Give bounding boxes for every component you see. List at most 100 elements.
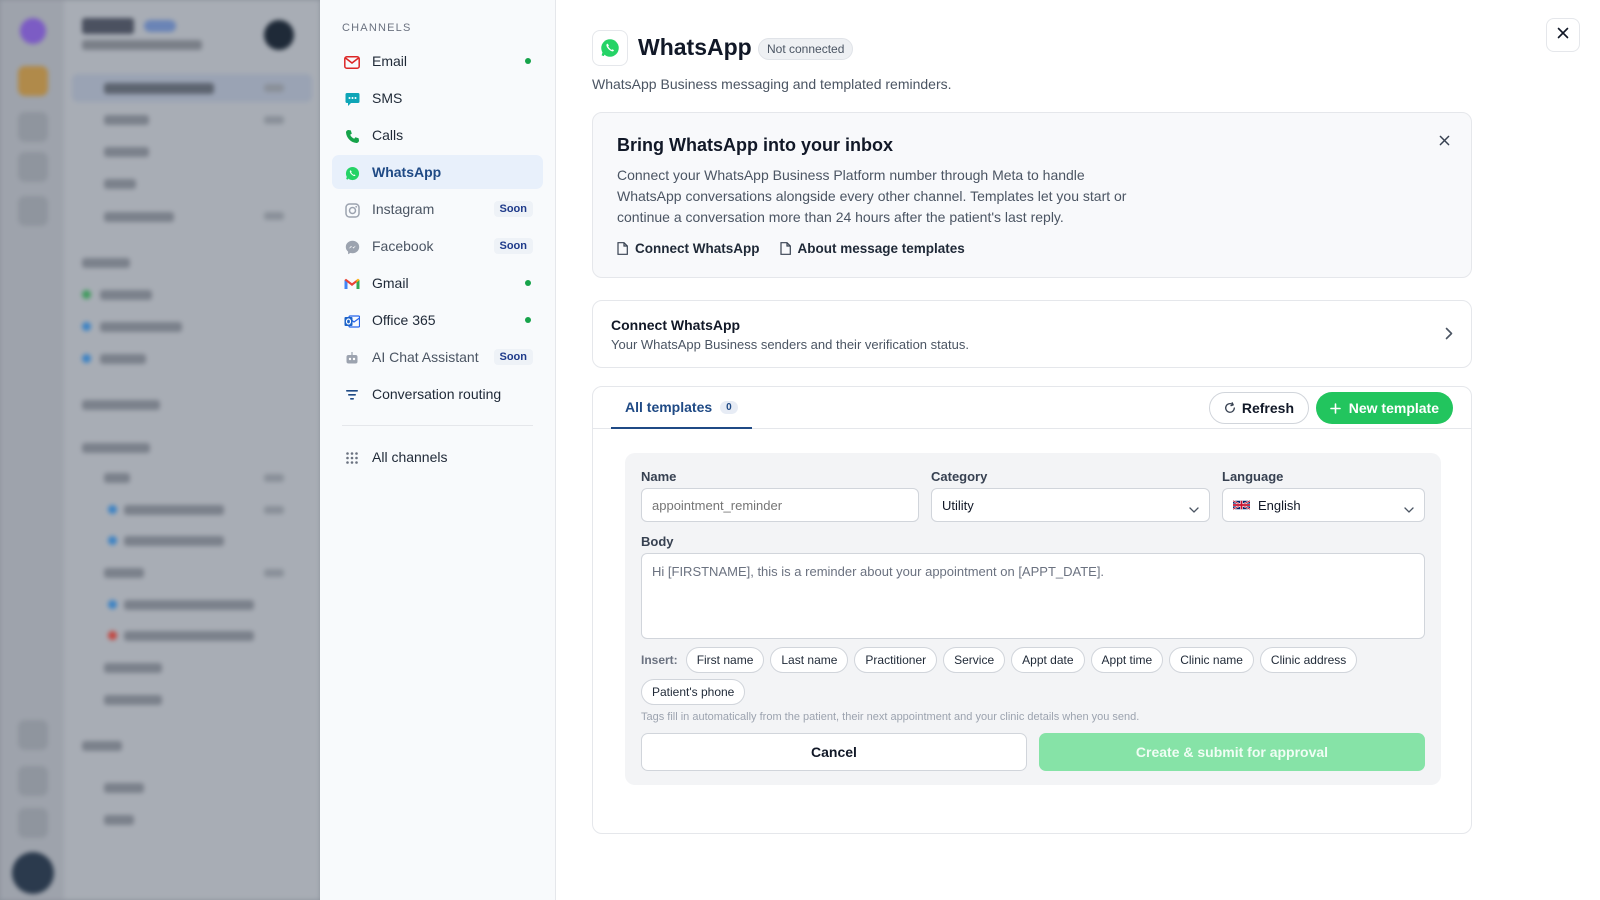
about-templates-link-label: About message templates	[797, 241, 965, 256]
templates-tab-bar: All templates 0 Refresh New template	[593, 387, 1471, 429]
body-placeholder: Hi [FIRSTNAME], this is a reminder about…	[652, 564, 1105, 579]
language-select[interactable]: English	[1222, 488, 1425, 522]
insert-tag-service[interactable]: Service	[943, 647, 1006, 673]
channel-item-facebook[interactable]: Facebook Soon	[332, 229, 543, 263]
document-icon	[779, 242, 791, 255]
bg-title	[82, 18, 134, 34]
refresh-label: Refresh	[1241, 400, 1294, 416]
insert-tag-clinic-address[interactable]: Clinic address	[1259, 647, 1358, 673]
template-body-textarea[interactable]: Hi [FIRSTNAME], this is a reminder about…	[641, 553, 1425, 639]
bg-count	[264, 569, 284, 577]
bg-dot	[82, 290, 91, 299]
chevron-down-icon	[1189, 501, 1199, 516]
channel-label: SMS	[372, 90, 403, 106]
connected-status-dot	[525, 280, 531, 286]
body-label: Body	[641, 534, 674, 549]
bg-line	[104, 695, 162, 705]
channel-item-calls[interactable]: Calls	[332, 118, 543, 152]
bg-count	[264, 116, 284, 124]
chevron-down-icon	[1404, 501, 1414, 516]
bg-count	[264, 506, 284, 514]
tab-all-templates[interactable]: All templates 0	[611, 387, 752, 429]
channel-item-sms[interactable]: SMS	[332, 81, 543, 115]
refresh-button[interactable]: Refresh	[1208, 392, 1309, 424]
messenger-icon	[344, 239, 360, 255]
grid-icon	[344, 450, 360, 466]
bg-subtitle	[82, 40, 202, 50]
robot-icon	[344, 350, 360, 366]
channel-label: Gmail	[372, 275, 409, 291]
bg-line	[82, 443, 150, 453]
insert-tag-practitioner[interactable]: Practitioner	[854, 647, 938, 673]
language-label: Language	[1222, 469, 1284, 484]
connection-status-badge: Not connected	[758, 38, 854, 60]
user-avatar	[12, 852, 54, 894]
bg-line	[104, 568, 144, 578]
bg-dot	[108, 536, 117, 545]
close-panel-button[interactable]	[1546, 18, 1580, 52]
insert-tag-clinic-name[interactable]: Clinic name	[1169, 647, 1254, 673]
insert-label: Insert:	[641, 653, 678, 667]
channels-panel: CHANNELS Email SMS Calls WhatsApp Instag…	[320, 0, 556, 900]
promo-body: Connect your WhatsApp Business Platform …	[617, 167, 1127, 225]
whatsapp-icon	[344, 165, 360, 181]
connected-status-dot	[525, 58, 531, 64]
close-icon	[1557, 26, 1569, 44]
bg-dot	[108, 505, 117, 514]
channel-item-instagram[interactable]: Instagram Soon	[332, 192, 543, 226]
promo-title: Bring WhatsApp into your inbox	[617, 135, 893, 155]
help-nav-icon	[18, 766, 48, 796]
insert-tag-appt-time[interactable]: Appt time	[1090, 647, 1164, 673]
close-icon	[1439, 135, 1449, 145]
bg-line	[100, 322, 182, 332]
insert-tag-last-name[interactable]: Last name	[770, 647, 849, 673]
connect-whatsapp-card[interactable]: Connect WhatsApp Your WhatsApp Business …	[592, 300, 1472, 368]
channel-item-office-365[interactable]: Office 365	[332, 303, 543, 337]
chevron-right-icon	[1445, 327, 1453, 345]
cancel-button[interactable]: Cancel	[641, 733, 1027, 771]
name-label: Name	[641, 469, 677, 484]
channel-item-all-channels[interactable]: All channels	[332, 440, 543, 474]
background-nav-rail	[0, 0, 64, 900]
insert-tag-first-name[interactable]: First name	[685, 647, 765, 673]
phone-icon	[344, 128, 360, 144]
channel-item-conversation-routing[interactable]: Conversation routing	[332, 377, 543, 411]
bg-line	[124, 505, 224, 515]
sms-icon	[344, 91, 360, 107]
tab-label: All templates	[625, 399, 713, 415]
document-icon	[617, 242, 628, 255]
page-subtitle: WhatsApp Business messaging and template…	[592, 76, 952, 92]
channel-label: Instagram	[372, 201, 435, 217]
insert-tag-patient-phone[interactable]: Patient's phone	[641, 679, 746, 705]
connect-whatsapp-link[interactable]: Connect WhatsApp	[617, 241, 760, 256]
template-name-input[interactable]	[641, 488, 919, 522]
about-templates-link[interactable]: About message templates	[779, 241, 965, 256]
bg-line	[104, 473, 130, 483]
bg-line	[104, 212, 174, 222]
soon-badge: Soon	[493, 349, 533, 365]
bg-count	[264, 212, 284, 220]
channels-divider	[342, 425, 533, 426]
channels-heading: CHANNELS	[342, 22, 412, 34]
launch-nav-icon	[18, 720, 48, 750]
channel-item-gmail[interactable]: Gmail	[332, 266, 543, 300]
dismiss-banner-button[interactable]	[1435, 131, 1453, 149]
bg-dot	[82, 354, 91, 363]
channel-label: AI Chat Assistant	[372, 349, 479, 365]
channel-item-whatsapp[interactable]: WhatsApp	[332, 155, 543, 189]
category-select[interactable]: Utility	[931, 488, 1210, 522]
channel-item-email[interactable]: Email	[332, 44, 543, 78]
channel-label: Office 365	[372, 312, 436, 328]
bg-count	[264, 84, 284, 92]
bg-line	[100, 290, 152, 300]
new-template-button[interactable]: New template	[1315, 392, 1453, 424]
bg-line	[82, 741, 122, 751]
channel-label: Facebook	[372, 238, 434, 254]
channel-item-ai-chat-assistant[interactable]: AI Chat Assistant Soon	[332, 340, 543, 374]
app-logo	[20, 18, 46, 44]
templates-card: All templates 0 Refresh New template Nam…	[592, 386, 1472, 834]
connect-card-subtitle: Your WhatsApp Business senders and their…	[611, 337, 969, 352]
create-submit-button[interactable]: Create & submit for approval	[1039, 733, 1425, 771]
insert-tag-appt-date[interactable]: Appt date	[1011, 647, 1085, 673]
channel-label: All channels	[372, 449, 448, 465]
